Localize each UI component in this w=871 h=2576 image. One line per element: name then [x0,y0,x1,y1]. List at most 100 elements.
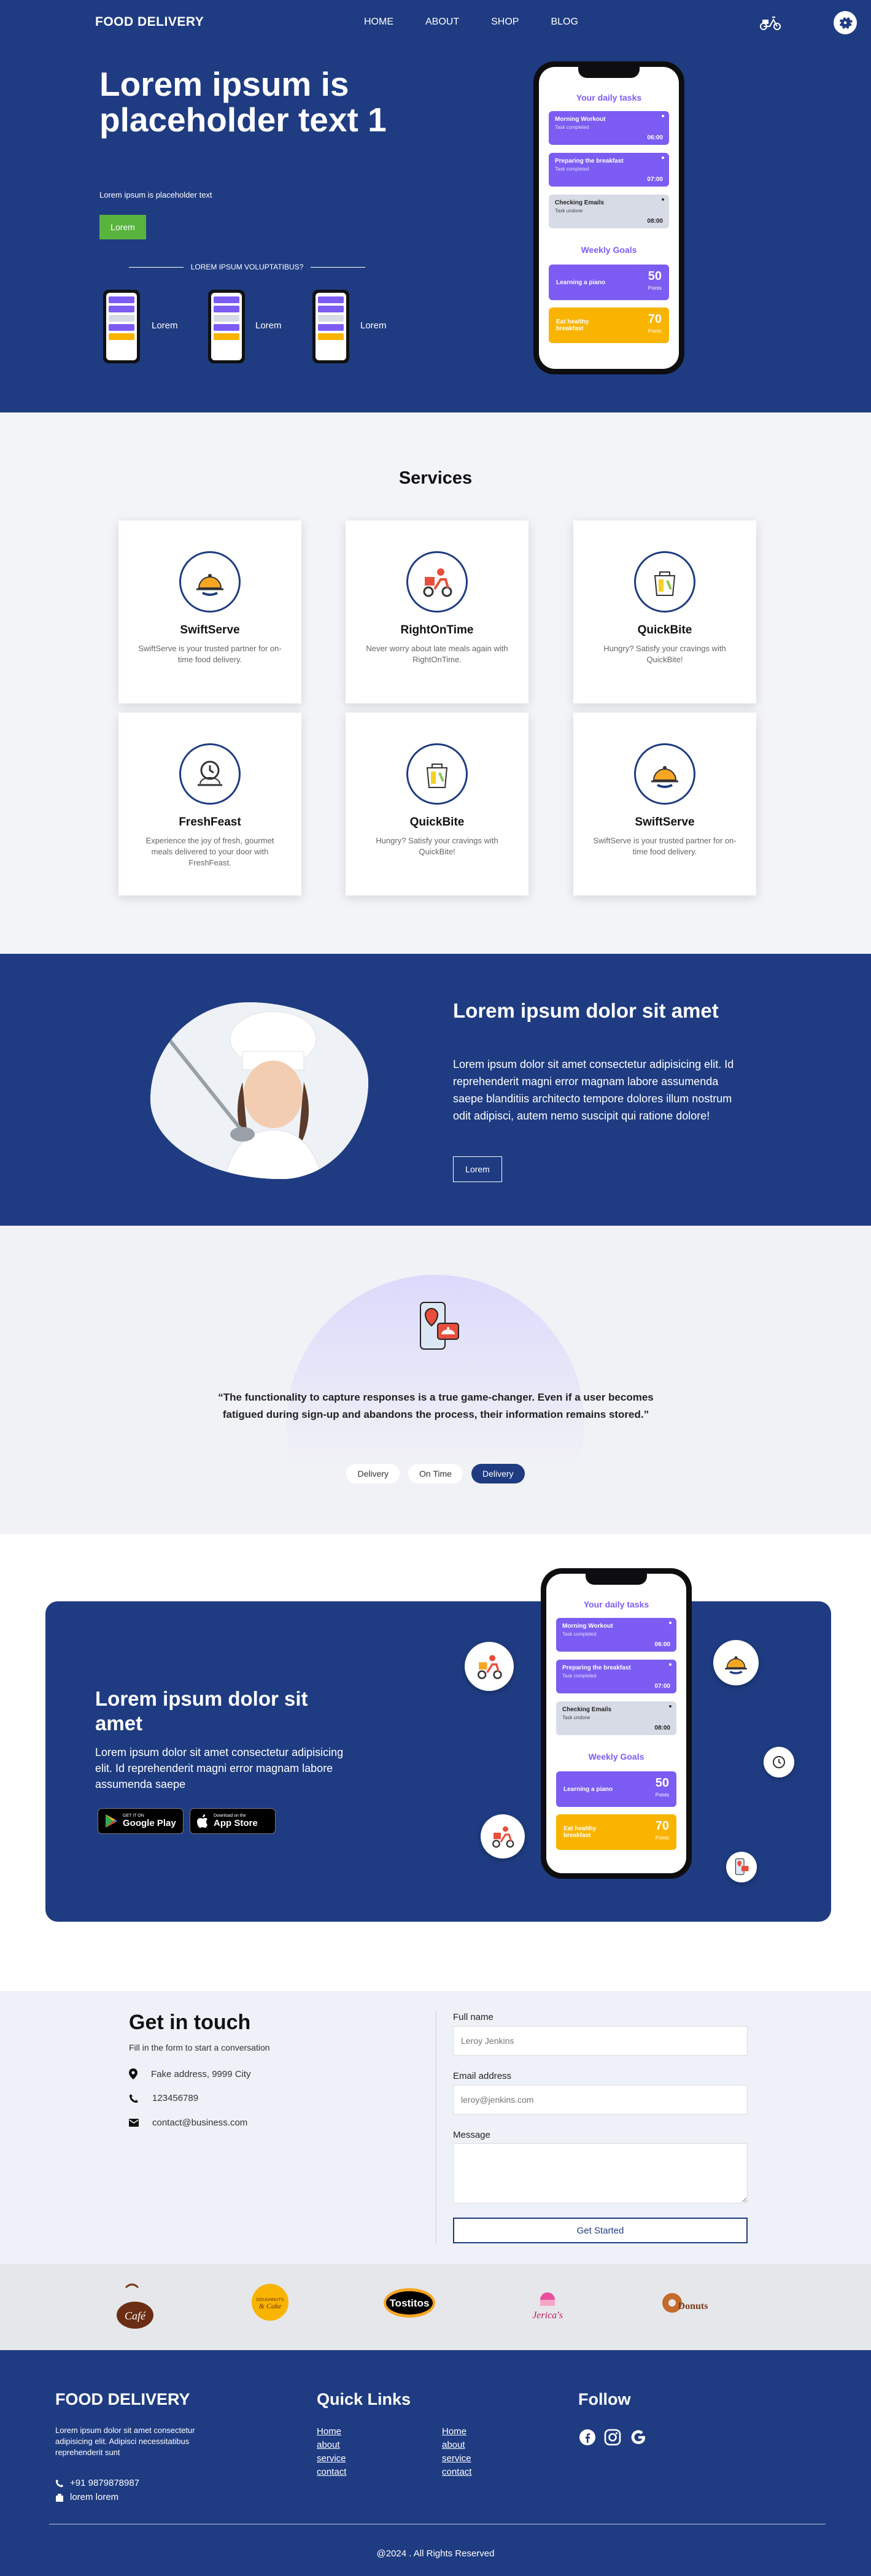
phone-icon [55,2479,64,2487]
task-card: Morning Workout Task completed 06:00 [556,1618,676,1652]
goal-card: Learning a piano 50 Points [549,265,669,300]
location-phone-icon [726,1852,757,1882]
tostitos-logo: Tostitos [382,2286,437,2323]
footer-link-contact-2[interactable]: contact [442,2467,471,2477]
donuts-logo: Donuts [654,2286,715,2326]
nav-shop[interactable]: SHOP [491,17,519,28]
task-card: Morning Workout Task completed 06:00 [549,111,669,145]
hero-cta-button[interactable]: Lorem [99,215,146,239]
location-phone-icon [407,1296,468,1361]
footer-link-service[interactable]: service [317,2453,346,2464]
phone-header: Your daily tasks [583,1599,649,1609]
service-card[interactable]: QuickBite Hungry? Satisfy your cravings … [573,520,756,703]
brand-logo[interactable]: FOOD DELIVERY [95,15,204,29]
divider-line [129,266,184,268]
jericas-logo: Jerica's [522,2281,573,2327]
footer-address: lorem lorem [55,2492,118,2502]
task-card: Preparing the breakfast Task completed 07:… [556,1660,676,1693]
divider-text: LOREM IPSUM VOLUPTATIBUS? [190,263,304,271]
quick-links-title: Quick Links [317,2390,411,2408]
service-desc: SwiftServe is your trusted partner for o… [138,644,282,664]
service-card[interactable]: FreshFeast Experience the joy of fresh, … [118,713,301,895]
footer-link-service-2[interactable]: service [442,2453,471,2464]
email-label: Email address [453,2071,512,2081]
food-bag-icon [406,743,468,805]
service-title: RightOnTime [400,624,474,636]
service-title: SwiftServe [635,816,695,829]
app-phone-mockup: Your daily tasks Morning Workout Task com… [541,1568,692,1879]
weekly-goals-title: Weekly Goals [581,245,637,255]
follow-title: Follow [578,2390,631,2408]
email-input[interactable] [453,2085,748,2114]
copyright: @2024 . All Rights Reserved [376,2548,495,2559]
footer-link-about[interactable]: about [317,2440,340,2450]
scooter-delivery-icon [406,551,468,613]
footer-link-about-2[interactable]: about [442,2440,465,2450]
phone-header: Your daily tasks [576,93,642,102]
app-store-button[interactable]: Download on the App Store [190,1808,276,1834]
cafe-logo: Café [114,2281,157,2334]
service-card[interactable]: RightOnTime Never worry about late meals… [346,520,528,703]
footer-link-home-2[interactable]: Home [442,2426,466,2437]
svg-text:Café: Café [125,2310,146,2322]
task-card: Checking Emails Task undone 08:00 [549,195,669,228]
mini-phone-label: Lorem [152,320,178,331]
nav-about[interactable]: ABOUT [425,17,459,28]
mini-phone-1[interactable] [103,290,140,363]
hero-divider: LOREM IPSUM VOLUPTATIBUS? [129,263,365,271]
task-card: Checking Emails Task undone 08:00 [556,1701,676,1735]
service-card[interactable]: QuickBite Hungry? Satisfy your cravings … [346,713,528,895]
nav-home[interactable]: HOME [364,17,393,28]
goal-card: Learning a piano 50 Points [556,1771,676,1807]
mini-phone-2[interactable] [208,290,245,363]
mini-phone-3[interactable] [312,290,349,363]
about-button[interactable]: Lorem [453,1156,502,1182]
footer-phone: +91 9879878987 [55,2478,139,2488]
google-play-button[interactable]: GET IT ON Google Play [98,1808,184,1834]
facebook-icon[interactable] [578,2428,597,2446]
hero-subtitle: Lorem ipsum is placeholder text [99,190,212,199]
get-started-button[interactable]: Get Started [453,2218,748,2243]
weekly-goals-title: Weekly Goals [588,1752,645,1762]
footer-link-home[interactable]: Home [317,2426,341,2437]
service-desc: Hungry? Satisfy your cravings with Quick… [376,836,498,856]
service-desc: Experience the joy of fresh, gourmet mea… [145,836,274,867]
message-textarea[interactable] [453,2143,748,2203]
divider-line [311,266,365,268]
about-section [0,954,871,1226]
task-card: Preparing the breakfast Task completed 07:… [549,153,669,187]
hero-phone-mockup: Your daily tasks Morning Workout Task com… [533,61,684,374]
pill-delivery[interactable]: Delivery [346,1464,400,1483]
service-desc: SwiftServe is your trusted partner for o… [593,836,737,856]
contact-email: contact@business.com [129,2118,247,2128]
app-text: Lorem ipsum dolor sit amet consectetur a… [95,1746,344,1790]
instagram-icon[interactable] [603,2428,622,2446]
service-desc: Never worry about late meals again with … [366,644,508,664]
svg-text:Donuts: Donuts [678,2301,708,2311]
cloche-icon [634,743,695,805]
footer-description: Lorem ipsum dolor sit amet consectetur a… [55,2426,195,2457]
apple-icon [197,1814,207,1828]
service-title: QuickBite [637,624,692,636]
scooter-icon[interactable] [759,15,782,34]
footer-brand: FOOD DELIVERY [55,2390,190,2408]
service-desc: Hungry? Satisfy your cravings with Quick… [603,644,726,664]
timer-cloche-icon [179,743,241,805]
service-card[interactable]: SwiftServe SwiftServe is your trusted pa… [573,713,756,895]
pill-delivery-active[interactable]: Delivery [471,1464,525,1483]
about-text: Lorem ipsum dolor sit amet consectetur a… [453,1058,734,1122]
mini-phone-label: Lorem [360,320,387,331]
app-title: Lorem ipsum dolor sit amet [95,1687,308,1735]
footer-link-contact[interactable]: contact [317,2467,346,2477]
partner-logos-strip: Café DOUGHNUTS & Cake Tostitos Jerica's D… [0,2264,871,2350]
pill-on-time[interactable]: On Time [408,1464,463,1483]
service-title: FreshFeast [179,816,241,829]
service-card[interactable]: SwiftServe SwiftServe is your trusted pa… [118,520,301,703]
testimonial-quote: “The functionality to capture responses … [218,1391,654,1420]
google-icon[interactable] [629,2428,648,2446]
svg-text:Jerica's: Jerica's [532,2310,563,2321]
category-pills: Delivery On Time Delivery [0,1464,871,1483]
name-input[interactable] [453,2026,748,2056]
settings-gear-icon[interactable] [834,11,857,34]
nav-blog[interactable]: BLOG [551,17,578,28]
